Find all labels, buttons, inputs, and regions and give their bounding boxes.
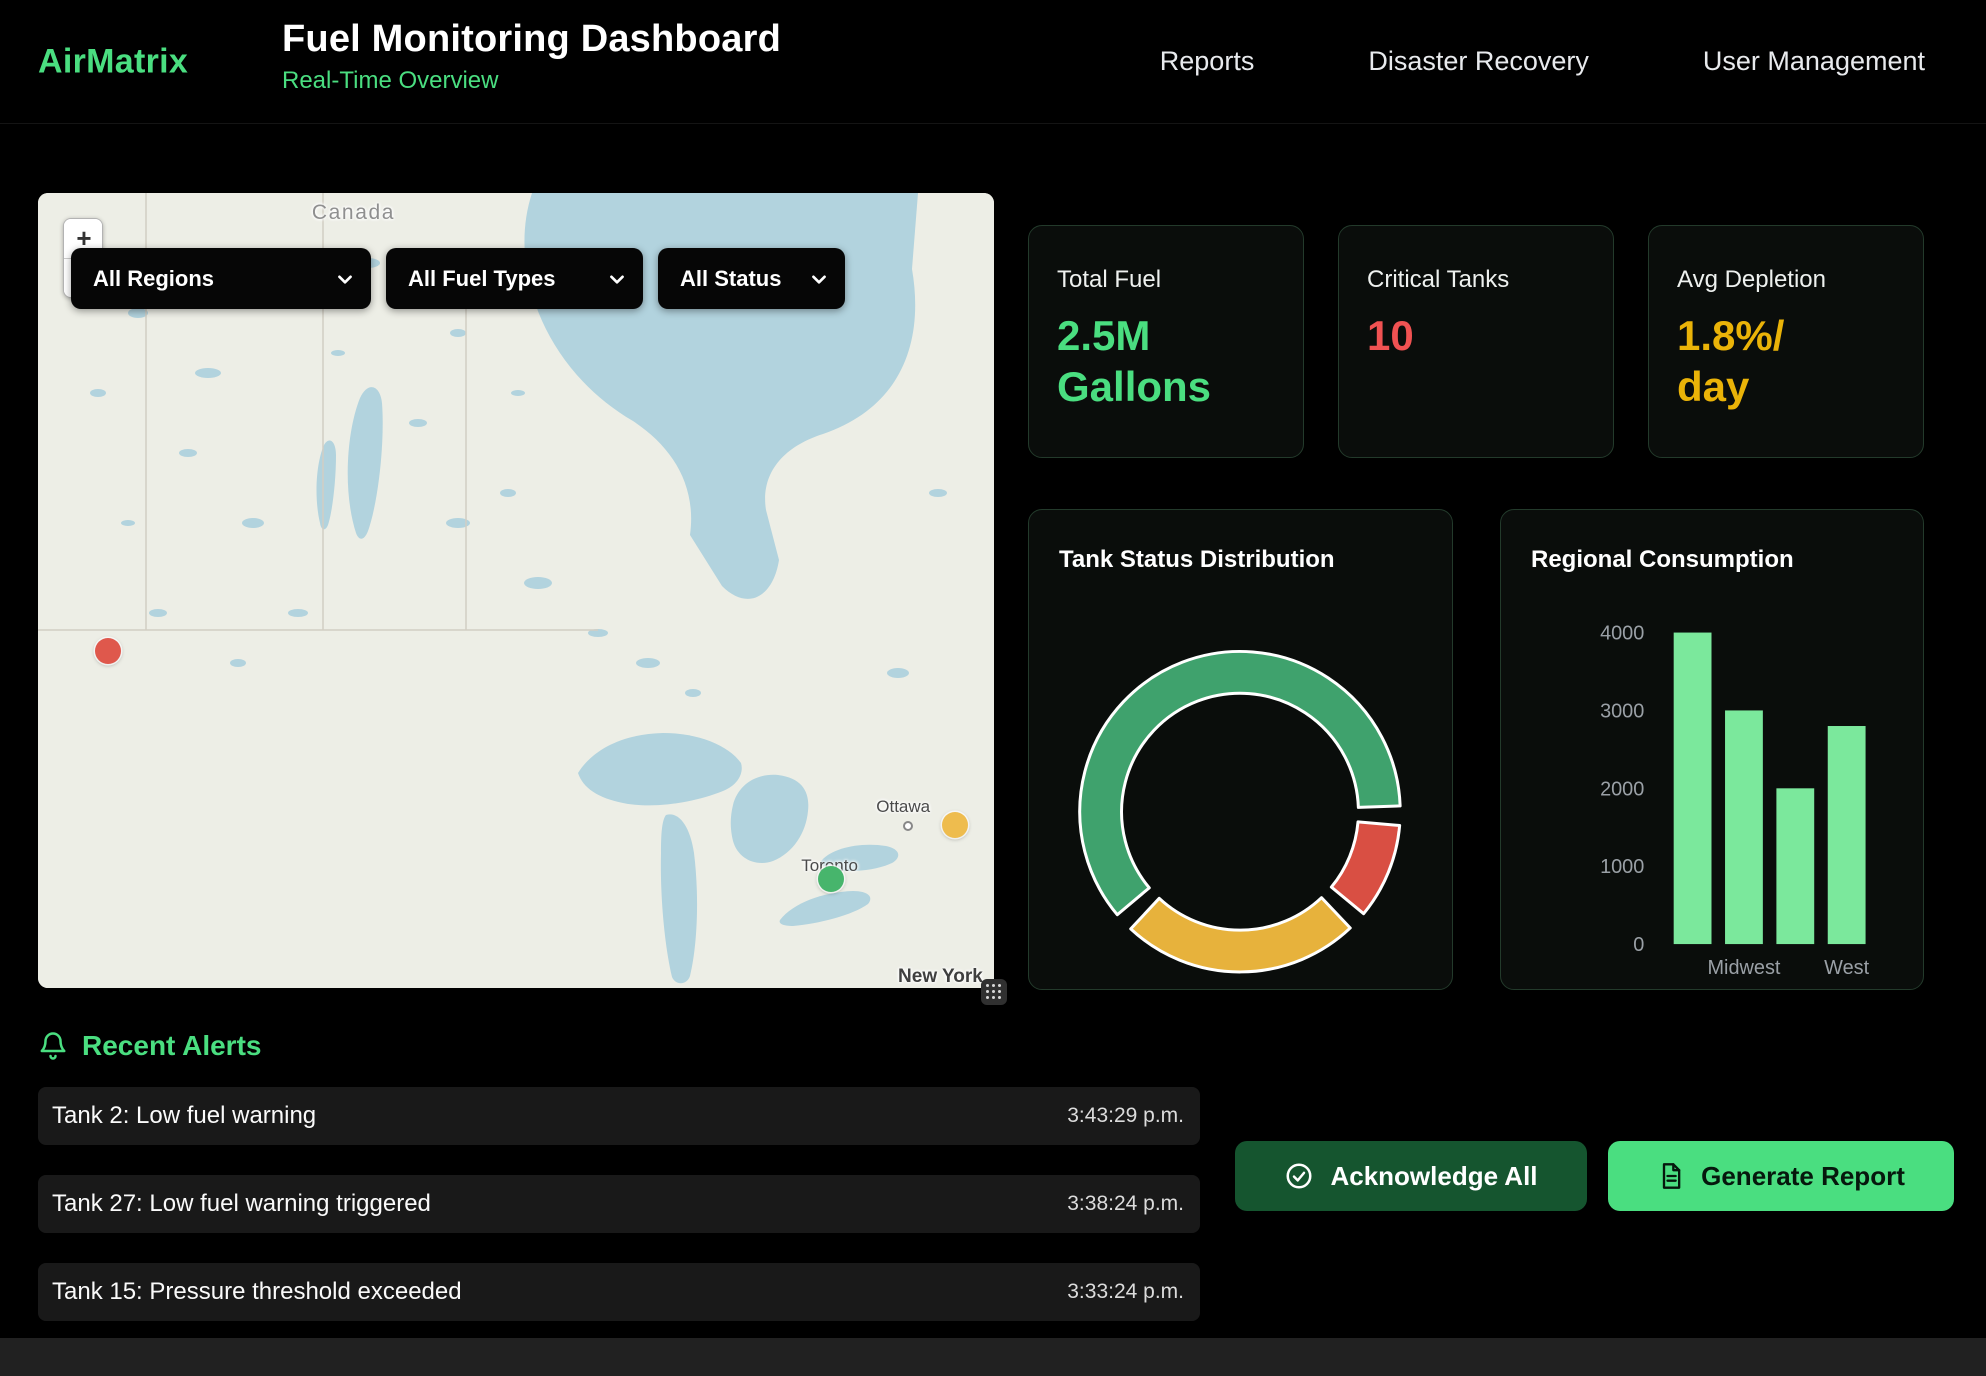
generate-report-button[interactable]: Generate Report [1608,1141,1954,1211]
map-filter-bar: All Regions All Fuel Types All Status [71,248,845,309]
stat-card-critical-tanks: Critical Tanks 10 [1338,225,1614,458]
map-label-new-york: New York [898,966,983,988]
status-filter-dropdown[interactable]: All Status [658,248,845,309]
app-header: AirMatrix Fuel Monitoring Dashboard Real… [0,0,1986,124]
chevron-down-icon [335,269,355,289]
svg-text:West: West [1824,957,1869,979]
svg-text:Midwest: Midwest [1707,957,1780,979]
check-circle-icon [1284,1161,1314,1191]
chevron-down-icon [809,269,829,289]
alerts-header: Recent Alerts [38,1030,261,1062]
nav-user-management[interactable]: User Management [1703,46,1925,77]
tank-marker-warning[interactable] [942,812,968,838]
stat-value: 1.8%/ day [1677,310,1895,412]
alert-timestamp: 3:33:24 p.m. [1067,1280,1184,1304]
grid-dots-icon [986,984,1002,1000]
svg-text:1000: 1000 [1600,856,1644,878]
alert-message: Tank 27: Low fuel warning triggered [52,1190,431,1218]
stat-label: Total Fuel [1057,266,1275,294]
actions-row: Acknowledge All Generate Report [1235,1141,1954,1211]
alert-timestamp: 3:38:24 p.m. [1067,1192,1184,1216]
stat-card-total-fuel: Total Fuel 2.5M Gallons [1028,225,1304,458]
alert-row[interactable]: Tank 27: Low fuel warning triggered 3:38… [38,1175,1200,1233]
acknowledge-all-label: Acknowledge All [1330,1161,1537,1192]
stat-value-line: 10 [1367,310,1585,361]
map-label-ottawa: Ottawa [876,797,930,817]
fuel-map[interactable]: Canada Ottawa Toronto New York + − All R… [38,193,994,988]
status-filter-value: All Status [680,266,781,292]
fuel-type-filter-value: All Fuel Types [408,266,556,292]
chevron-down-icon [607,269,627,289]
regional-consumption-chart: 0 1000 2000 3000 4000 Midwest West [1501,510,1923,989]
alert-message: Tank 15: Pressure threshold exceeded [52,1278,462,1306]
alert-row[interactable]: Tank 15: Pressure threshold exceeded 3:3… [38,1263,1200,1321]
footer-strip [0,1338,1986,1376]
svg-text:4000: 4000 [1600,623,1644,645]
map-attribution-toggle[interactable] [981,979,1007,1005]
stat-label: Avg Depletion [1677,266,1895,294]
stat-value: 10 [1367,310,1585,361]
alert-row[interactable]: Tank 2: Low fuel warning 3:43:29 p.m. [38,1087,1200,1145]
stat-label: Critical Tanks [1367,266,1585,294]
svg-text:2000: 2000 [1600,778,1644,800]
alerts-title: Recent Alerts [82,1030,261,1062]
region-filter-dropdown[interactable]: All Regions [71,248,371,309]
bell-icon [38,1031,68,1061]
stats-row: Total Fuel 2.5M Gallons Critical Tanks 1… [1028,225,1924,458]
nav-reports[interactable]: Reports [1160,46,1255,77]
chart-title: Regional Consumption [1531,546,1794,574]
acknowledge-all-button[interactable]: Acknowledge All [1235,1141,1587,1211]
stat-value-line: day [1677,361,1895,412]
region-filter-value: All Regions [93,266,214,292]
fuel-type-filter-dropdown[interactable]: All Fuel Types [386,248,643,309]
stat-value: 2.5M Gallons [1057,310,1275,412]
page-title: Fuel Monitoring Dashboard [282,18,781,61]
page-subtitle: Real-Time Overview [282,67,781,95]
stat-value-line: 2.5M [1057,310,1275,361]
chart-title: Tank Status Distribution [1059,546,1335,574]
alert-message: Tank 2: Low fuel warning [52,1102,316,1130]
title-block: Fuel Monitoring Dashboard Real-Time Over… [282,18,781,95]
tank-status-donut [1029,510,1452,989]
stat-card-avg-depletion: Avg Depletion 1.8%/ day [1648,225,1924,458]
tank-status-card: Tank Status Distribution [1028,509,1453,990]
tank-marker-normal[interactable] [818,866,844,892]
tank-marker-critical[interactable] [95,638,121,664]
svg-text:3000: 3000 [1600,700,1644,722]
nav-disaster-recovery[interactable]: Disaster Recovery [1368,46,1589,77]
brand-logo[interactable]: AirMatrix [38,42,188,81]
stat-value-line: Gallons [1057,361,1275,412]
document-icon [1657,1162,1685,1190]
regional-consumption-card: Regional Consumption 0 1000 2000 3000 4000 Mi… [1500,509,1924,990]
map-label-canada: Canada [312,201,395,225]
alert-timestamp: 3:43:29 p.m. [1067,1104,1184,1128]
stat-value-line: 1.8%/ [1677,310,1895,361]
generate-report-label: Generate Report [1701,1161,1905,1192]
svg-text:0: 0 [1633,934,1644,956]
main-nav: Reports Disaster Recovery User Managemen… [1160,0,1925,123]
charts-row: Tank Status Distribution Regional Consum… [1028,509,1924,990]
